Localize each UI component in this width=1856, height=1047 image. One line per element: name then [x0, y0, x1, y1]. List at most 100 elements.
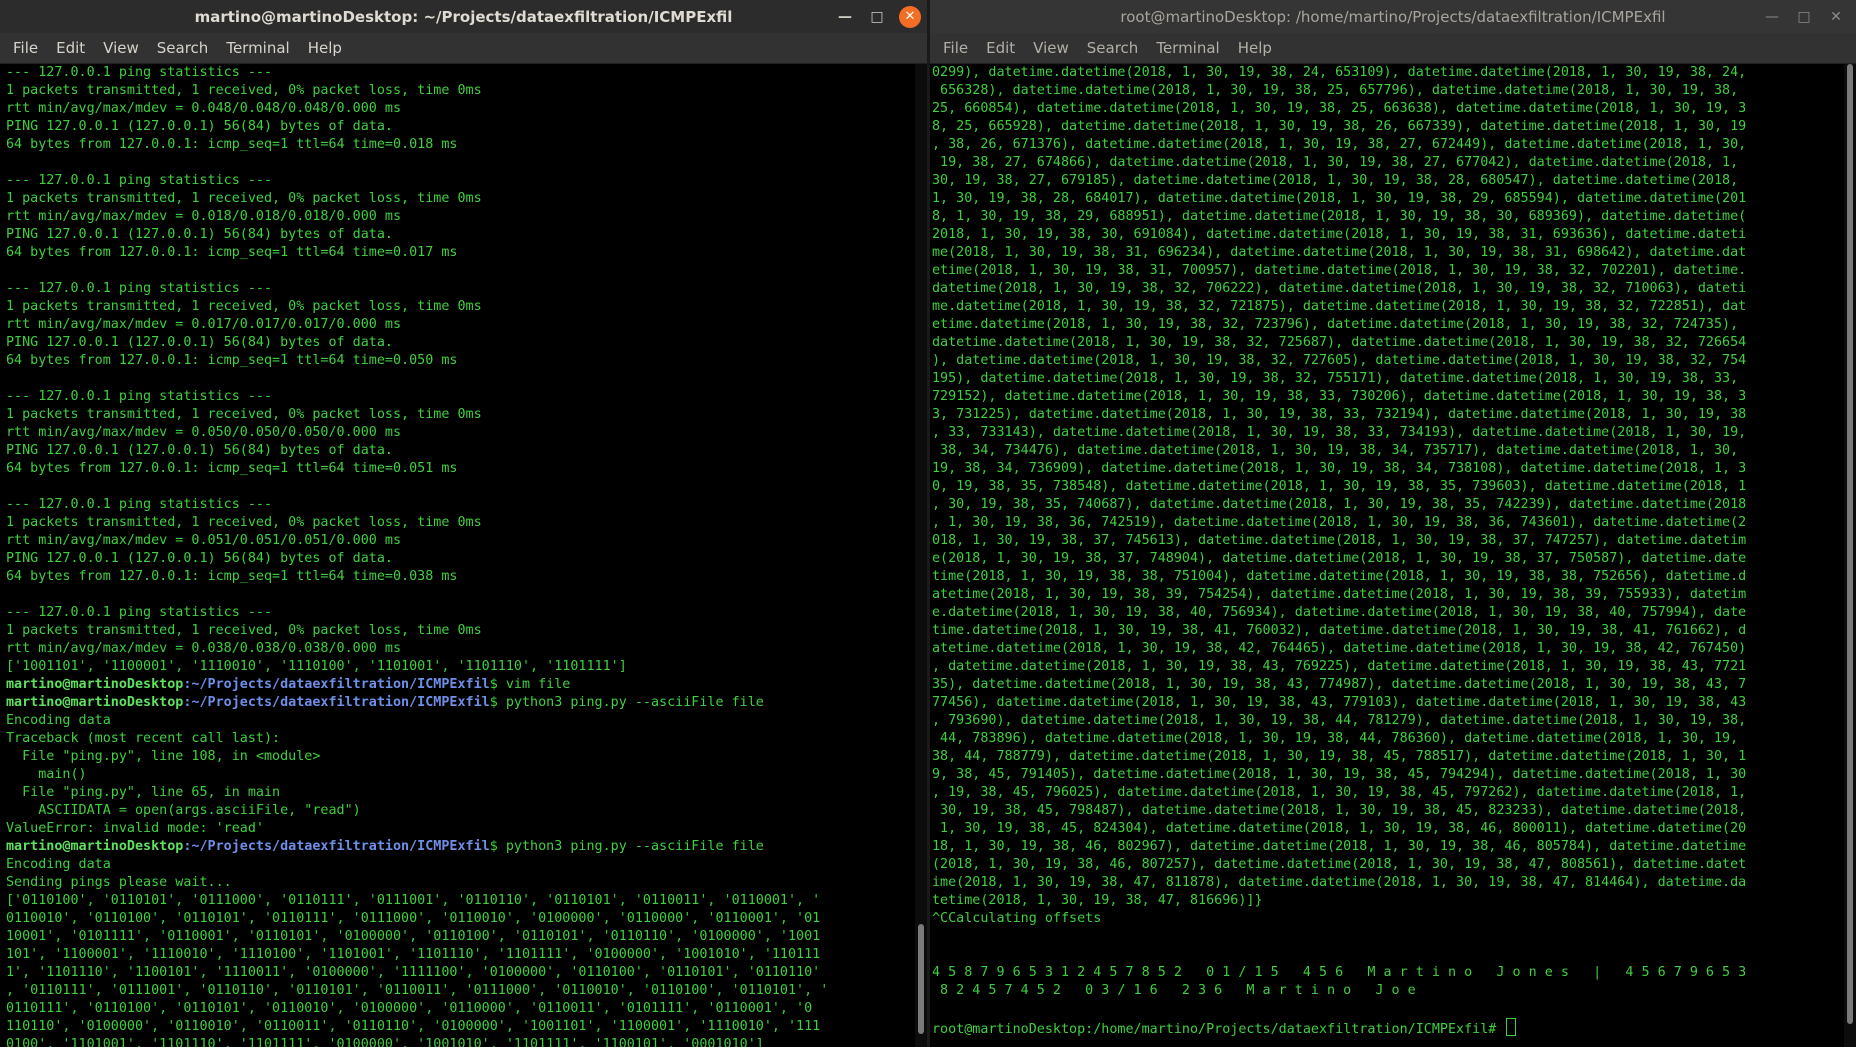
- menu-edit[interactable]: Edit: [977, 39, 1024, 57]
- command-line: martino@martinoDesktop:~/Projects/dataex…: [6, 694, 915, 712]
- terminal-line: 9, 38, 45, 791405), datetime.datetime(20…: [932, 767, 1747, 782]
- terminal-line: 1 packets transmitted, 1 received, 0% pa…: [6, 299, 482, 314]
- terminal-cursor[interactable]: [1506, 1018, 1517, 1036]
- menu-help[interactable]: Help: [299, 39, 351, 57]
- menu-search[interactable]: Search: [1078, 39, 1148, 57]
- menu-view[interactable]: View: [1024, 39, 1078, 57]
- terminal-line: , 38, 26, 671376), datetime.datetime(201…: [932, 137, 1747, 152]
- terminal-line: ValueError: invalid mode: 'read': [6, 821, 264, 836]
- right-terminal-output[interactable]: 0299), datetime.datetime(2018, 1, 30, 19…: [930, 64, 1844, 1047]
- terminal-line: datetime.datetime(2018, 1, 30, 19, 38, 3…: [932, 335, 1747, 350]
- terminal-line: 0110111', '0110100', '0110101', '0110010…: [6, 1001, 813, 1016]
- right-scrollbar-thumb[interactable]: [1847, 64, 1853, 1024]
- terminal-line: File "ping.py", line 65, in main: [6, 785, 281, 800]
- menu-view[interactable]: View: [94, 39, 148, 57]
- menu-edit[interactable]: Edit: [47, 39, 94, 57]
- terminal-line: rtt min/avg/max/mdev = 0.048/0.048/0.048…: [6, 101, 402, 116]
- terminal-line: datetime(2018, 1, 30, 19, 38, 32, 706222…: [932, 281, 1747, 296]
- prompt-user: martino@martinoDesktop: [6, 695, 184, 710]
- menu-search[interactable]: Search: [148, 39, 218, 57]
- menu-file[interactable]: File: [4, 39, 47, 57]
- prompt-cmd: $ python3 ping.py --asciiFile file: [489, 695, 764, 710]
- terminal-line: Encoding data: [6, 857, 111, 872]
- terminal-line: time.datetime(2018, 1, 30, 19, 38, 41, 7…: [932, 623, 1747, 638]
- minimize-icon[interactable]: —: [831, 3, 859, 31]
- left-window-title: martino@martinoDesktop: ~/Projects/datae…: [194, 7, 733, 26]
- terminal-line: 018, 1, 30, 19, 38, 37, 745613), datetim…: [932, 533, 1747, 548]
- terminal-line: 0100', '1101001', '1101110', '1101111', …: [6, 1037, 764, 1047]
- terminal-line: 18, 1, 30, 19, 38, 46, 802967), datetime…: [932, 839, 1747, 854]
- terminal-line: 195), datetime.datetime(2018, 1, 30, 19,…: [932, 371, 1739, 386]
- minimize-icon[interactable]: —: [1758, 3, 1786, 31]
- right-titlebar[interactable]: root@martinoDesktop: /home/martino/Proje…: [930, 0, 1856, 33]
- right-scrollbar[interactable]: [1844, 64, 1856, 1047]
- terminal-line: 110110', '0100000', '0110010', '0110011'…: [6, 1019, 821, 1034]
- left-terminal-window[interactable]: martino@martinoDesktop: ~/Projects/datae…: [0, 0, 927, 1047]
- terminal-line: 19, 38, 34, 736909), datetime.datetime(2…: [932, 461, 1747, 476]
- terminal-line: rtt min/avg/max/mdev = 0.017/0.017/0.017…: [6, 317, 402, 332]
- close-icon[interactable]: ✕: [899, 5, 921, 28]
- terminal-prompt-line: root@martinoDesktop:/home/martino/Projec…: [932, 1018, 1844, 1036]
- terminal-line: 1, 30, 19, 38, 28, 684017), datetime.dat…: [932, 191, 1747, 206]
- terminal-line: 38, 34, 734476), datetime.datetime(2018,…: [932, 443, 1739, 458]
- prompt-cmd: $ vim file: [489, 677, 571, 692]
- terminal-line: 101', '1100001', '1110010', '1110100', '…: [6, 947, 821, 962]
- maximize-icon[interactable]: □: [863, 3, 891, 31]
- terminal-line: Sending pings please wait...: [6, 875, 232, 890]
- terminal-line: 8, 1, 30, 19, 38, 29, 688951), datetime.…: [932, 209, 1747, 224]
- terminal-line: , 19, 38, 45, 796025), datetime.datetime…: [932, 785, 1747, 800]
- left-scrollbar[interactable]: [915, 64, 927, 1047]
- terminal-line: main(): [6, 767, 87, 782]
- terminal-line: ['1001101', '1100001', '1110010', '11101…: [6, 659, 627, 674]
- terminal-line: e(2018, 1, 30, 19, 38, 37, 748904), date…: [932, 551, 1747, 566]
- terminal-line: time(2018, 1, 30, 19, 38, 38, 751004), d…: [932, 569, 1747, 584]
- prompt-path: :~/Projects/dataexfiltration/ICMPExfil: [183, 695, 490, 710]
- right-terminal-window[interactable]: root@martinoDesktop: /home/martino/Proje…: [930, 0, 1856, 1047]
- menu-file[interactable]: File: [934, 39, 977, 57]
- terminal-line: , 33, 733143), datetime.datetime(2018, 1…: [932, 425, 1747, 440]
- menu-terminal[interactable]: Terminal: [1147, 39, 1228, 57]
- terminal-line: PING 127.0.0.1 (127.0.0.1) 56(84) bytes …: [6, 443, 393, 458]
- terminal-line: 1 packets transmitted, 1 received, 0% pa…: [6, 407, 482, 422]
- terminal-line: 8 2 4 5 7 4 5 2 0 3 / 1 6 2 3 6 M a r t …: [932, 983, 1416, 998]
- terminal-line: , 30, 19, 38, 35, 740687), datetime.date…: [932, 497, 1747, 512]
- left-titlebar[interactable]: martino@martinoDesktop: ~/Projects/datae…: [0, 0, 927, 33]
- terminal-line: rtt min/avg/max/mdev = 0.051/0.051/0.051…: [6, 533, 402, 548]
- terminal-line: atetime(2018, 1, 30, 19, 38, 39, 754254)…: [932, 587, 1747, 602]
- terminal-line: rtt min/avg/max/mdev = 0.018/0.018/0.018…: [6, 209, 402, 224]
- terminal-line: --- 127.0.0.1 ping statistics ---: [6, 281, 273, 296]
- terminal-line: PING 127.0.0.1 (127.0.0.1) 56(84) bytes …: [6, 335, 393, 350]
- terminal-line: rtt min/avg/max/mdev = 0.050/0.050/0.050…: [6, 425, 402, 440]
- left-scrollbar-thumb[interactable]: [918, 924, 924, 1034]
- terminal-line: , '0110111', '0111001', '0110110', '0110…: [6, 983, 829, 998]
- terminal-line: ['0110100', '0110101', '0111000', '01101…: [6, 893, 821, 908]
- terminal-line: 3, 731225), datetime.datetime(2018, 1, 3…: [932, 407, 1747, 422]
- terminal-line: 64 bytes from 127.0.0.1: icmp_seq=1 ttl=…: [6, 137, 458, 152]
- terminal-line: 1 packets transmitted, 1 received, 0% pa…: [6, 83, 482, 98]
- terminal-line: 30, 19, 38, 45, 798487), datetime.dateti…: [932, 803, 1747, 818]
- terminal-line: 10001', '0101111', '0110001', '0110101',…: [6, 929, 821, 944]
- terminal-line: ime(2018, 1, 30, 19, 38, 47, 811878), da…: [932, 875, 1747, 890]
- terminal-line: 4 5 8 7 9 6 5 3 1 2 4 5 7 8 5 2 0 1 / 1 …: [932, 965, 1747, 980]
- terminal-line: ^CCalculating offsets: [932, 911, 1102, 926]
- maximize-icon[interactable]: □: [1790, 3, 1818, 31]
- menu-terminal[interactable]: Terminal: [217, 39, 298, 57]
- terminal-line: 64 bytes from 127.0.0.1: icmp_seq=1 ttl=…: [6, 245, 458, 260]
- close-icon[interactable]: ✕: [1822, 3, 1850, 31]
- terminal-line: ), datetime.datetime(2018, 1, 30, 19, 38…: [932, 353, 1747, 368]
- terminal-line: 8, 25, 665928), datetime.datetime(2018, …: [932, 119, 1747, 134]
- command-line: martino@martinoDesktop:~/Projects/dataex…: [6, 838, 915, 856]
- right-menubar: File Edit View Search Terminal Help: [930, 33, 1856, 64]
- terminal-line: (2018, 1, 30, 19, 38, 46, 807257), datet…: [932, 857, 1747, 872]
- left-terminal-output[interactable]: --- 127.0.0.1 ping statistics --- 1 packe…: [0, 64, 915, 1047]
- terminal-line: 729152), datetime.datetime(2018, 1, 30, …: [932, 389, 1747, 404]
- terminal-line: 30, 19, 38, 27, 679185), datetime.dateti…: [932, 173, 1739, 188]
- terminal-line: --- 127.0.0.1 ping statistics ---: [6, 605, 273, 620]
- menu-help[interactable]: Help: [1229, 39, 1281, 57]
- terminal-line: --- 127.0.0.1 ping statistics ---: [6, 389, 273, 404]
- terminal-line: 1, 30, 19, 38, 45, 824304), datetime.dat…: [932, 821, 1747, 836]
- right-window-controls: — □ ✕: [1758, 0, 1850, 33]
- terminal-line: , 793690), datetime.datetime(2018, 1, 30…: [932, 713, 1747, 728]
